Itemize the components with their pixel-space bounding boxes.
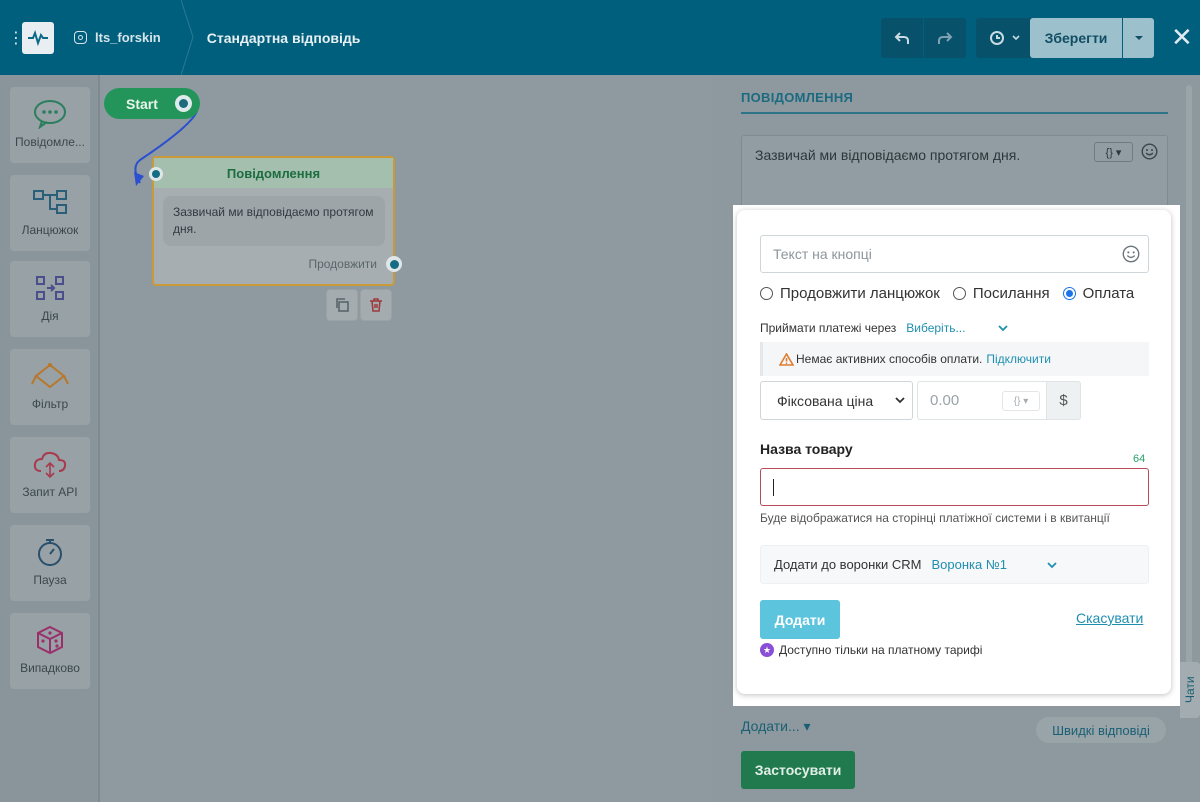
panel-title: ПОВІДОМЛЕННЯ — [741, 90, 854, 105]
chats-tab[interactable]: Чати — [1180, 662, 1200, 718]
history-tools — [881, 18, 1034, 58]
history-button[interactable] — [976, 18, 1034, 58]
emoji-icon[interactable] — [1141, 143, 1158, 160]
payment-provider-label: Приймати платежі через — [760, 321, 897, 335]
radio-payment[interactable]: Оплата — [1062, 285, 1135, 302]
node-message: Зазвичай ми відповідаємо протягом дня. — [163, 196, 385, 246]
crm-funnel-row: Додати до воронки CRM Воронка №1 — [760, 545, 1149, 584]
warning-icon — [779, 352, 794, 366]
panel-title-underline — [741, 112, 1168, 114]
copy-icon — [336, 298, 349, 312]
start-node[interactable]: Start — [104, 88, 200, 119]
panel-scrollbar[interactable] — [1186, 85, 1192, 705]
close-icon[interactable]: ✕ — [1171, 24, 1193, 50]
product-name-counter: 64 — [1133, 453, 1146, 465]
insert-variable-button[interactable]: {} ▾ — [1094, 142, 1133, 162]
radio-link[interactable]: Посилання — [952, 285, 1050, 302]
warning-text: Немає активних способів оплати. — [796, 352, 983, 366]
trash-icon — [370, 298, 382, 312]
payment-provider-select[interactable]: Виберіть... — [906, 321, 965, 335]
paid-plan-notice: ★ Доступно тільки на платному тарифі — [760, 643, 982, 657]
product-name-label: Назва товару — [760, 441, 853, 457]
cancel-link[interactable]: Скасувати — [1076, 610, 1143, 626]
star-icon: ★ — [760, 643, 774, 657]
chevron-down-icon — [895, 397, 905, 404]
duplicate-node-button[interactable] — [326, 289, 358, 321]
text-cursor — [773, 479, 774, 496]
quick-replies-button[interactable]: Швидкі відповіді — [1036, 717, 1166, 743]
button-text-placeholder: Текст на кнопці — [773, 246, 872, 262]
start-label: Start — [126, 95, 158, 112]
save-button[interactable]: Зберегти — [1030, 18, 1122, 58]
radio-label: Продовжити ланцюжок — [780, 285, 940, 302]
paid-plan-text: Доступно тільки на платному тарифі — [779, 643, 983, 657]
undo-button[interactable] — [881, 18, 923, 58]
radio-continue-chain[interactable]: Продовжити ланцюжок — [760, 285, 940, 302]
chevron-down-icon — [1012, 35, 1020, 41]
button-text-input[interactable]: Текст на кнопці — [760, 235, 1149, 273]
currency-label: $ — [1046, 381, 1081, 420]
emoji-icon[interactable] — [1122, 245, 1140, 263]
crm-funnel-select[interactable]: Воронка №1 — [931, 557, 1007, 572]
price-type-value: Фіксована ціна — [777, 392, 874, 409]
button-type-radios: Продовжити ланцюжок Посилання Оплата — [760, 285, 1147, 302]
save-options-button[interactable] — [1123, 18, 1154, 58]
connection-line — [134, 102, 199, 186]
node-continue-label: Продовжити — [308, 257, 377, 271]
price-placeholder: 0.00 — [930, 392, 960, 409]
undo-icon — [894, 32, 909, 44]
add-button[interactable]: Додати — [760, 600, 840, 639]
node-title: Повідомлення — [154, 158, 393, 188]
connect-payment-link[interactable]: Підключити — [986, 352, 1051, 366]
redo-icon — [938, 32, 953, 44]
product-name-input[interactable] — [760, 468, 1149, 506]
payment-provider-row: Приймати платежі через Виберіть... — [760, 321, 1009, 335]
node-output-port[interactable] — [386, 256, 402, 272]
save-group: Зберегти — [1030, 18, 1154, 58]
crm-funnel-label: Додати до воронки CRM — [774, 557, 922, 572]
product-name-hint: Буде відображатися на сторінці платіжної… — [760, 511, 1110, 525]
node-input-port[interactable] — [149, 167, 163, 181]
redo-button[interactable] — [924, 18, 966, 58]
price-input[interactable]: 0.00 {} ▾ — [917, 381, 1047, 420]
price-type-select[interactable]: Фіксована ціна — [760, 381, 913, 420]
chevron-down-icon — [1134, 36, 1143, 40]
apply-button[interactable]: Застосувати — [741, 751, 855, 789]
history-icon — [990, 31, 1004, 45]
no-payment-methods-warning: Немає активних способів оплати. Підключи… — [760, 342, 1149, 376]
radio-label: Посилання — [972, 285, 1050, 302]
price-variable-button[interactable]: {} ▾ — [1002, 391, 1040, 411]
message-node[interactable]: Повідомлення Зазвичай ми відповідаємо пр… — [149, 156, 402, 286]
chevron-down-icon[interactable] — [1047, 561, 1057, 569]
add-menu-button[interactable]: Додати... ▾ — [741, 718, 811, 735]
add-menu-label: Додати... — [741, 718, 800, 734]
chevron-down-icon[interactable] — [998, 324, 1009, 332]
start-output-port[interactable] — [175, 95, 192, 112]
delete-node-button[interactable] — [360, 289, 392, 321]
radio-label: Оплата — [1082, 285, 1135, 302]
